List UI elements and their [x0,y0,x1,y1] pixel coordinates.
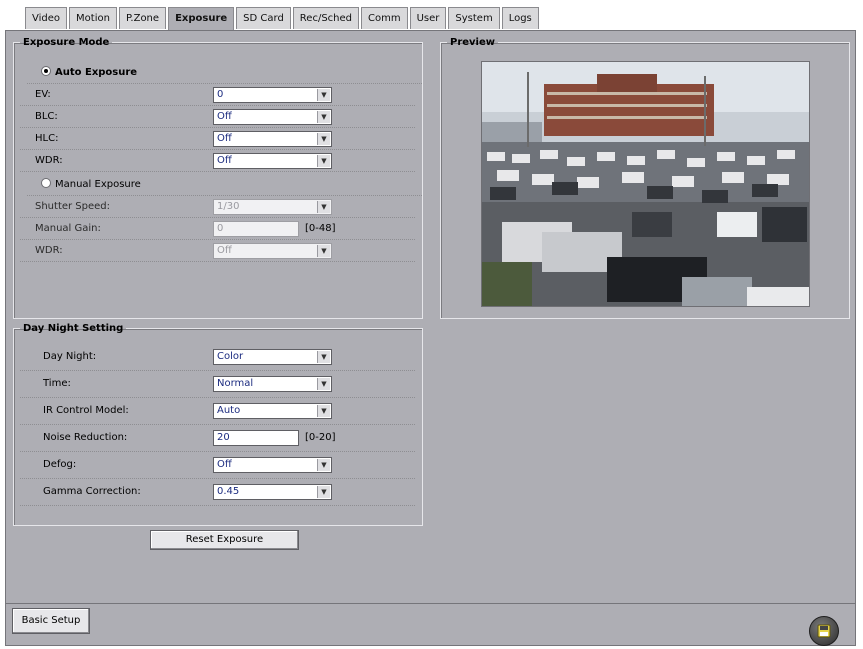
manual-exposure-row: Manual Exposure [27,174,422,196]
manual-exposure-label: Manual Exposure [55,179,141,190]
tab-exposure[interactable]: Exposure [168,7,235,31]
wdr-manual-label: WDR: [35,245,63,256]
auto-exposure-row: Auto Exposure [27,62,422,84]
shutter-speed-row: Shutter Speed: 1/30 ▼ [20,196,415,218]
ir-control-select[interactable]: Auto ▼ [213,403,332,419]
ir-control-value: Auto [217,405,241,416]
camera-preview-image [481,61,810,307]
chevron-down-icon: ▼ [317,405,330,417]
bottom-bar: Basic Setup [5,604,856,646]
noise-reduction-input[interactable]: 20 [213,430,299,446]
chevron-down-icon: ▼ [317,486,330,498]
ev-label: EV: [35,89,51,100]
gamma-row: Gamma Correction: 0.45 ▼ [20,479,415,506]
gamma-label: Gamma Correction: [43,486,141,497]
manual-exposure-radio[interactable] [41,178,51,188]
defog-value: Off [217,459,232,470]
wdr-select[interactable]: Off ▼ [213,153,332,169]
main-panel: Exposure Mode Auto Exposure EV: 0 ▼ BLC: … [5,30,856,604]
exposure-mode-legend: Exposure Mode [23,37,110,48]
chevron-down-icon: ▼ [317,89,330,101]
ev-value: 0 [217,89,224,100]
shutter-speed-select[interactable]: 1/30 ▼ [213,199,332,215]
floppy-disk-glyph [817,624,831,638]
auto-exposure-label: Auto Exposure [55,67,138,78]
wdr-manual-value: Off [217,245,232,256]
chevron-down-icon: ▼ [317,133,330,145]
day-night-value: Color [217,351,244,362]
day-night-legend: Day Night Setting [23,323,124,334]
manual-gain-input[interactable]: 0 [213,221,299,237]
gamma-select[interactable]: 0.45 ▼ [213,484,332,500]
tab-bar: Video Motion P.Zone Exposure SD Card Rec… [25,7,541,31]
shutter-speed-value: 1/30 [217,201,240,212]
wdr-label: WDR: [35,155,63,166]
time-label: Time: [43,378,71,389]
ev-row: EV: 0 ▼ [20,84,415,106]
shutter-speed-label: Shutter Speed: [35,201,111,212]
wdr-manual-row: WDR: Off ▼ [20,240,415,262]
time-value: Normal [217,378,254,389]
wdr-value: Off [217,155,232,166]
noise-reduction-range: [0-20] [305,432,336,443]
gamma-value: 0.45 [217,486,240,497]
tab-rec-sched[interactable]: Rec/Sched [292,7,359,29]
camera-settings-app: Video Motion P.Zone Exposure SD Card Rec… [0,0,863,649]
day-night-row: Day Night: Color ▼ [20,344,415,371]
hlc-label: HLC: [35,133,59,144]
hlc-value: Off [217,133,232,144]
basic-setup-button[interactable]: Basic Setup [12,608,90,634]
noise-reduction-label: Noise Reduction: [43,432,128,443]
chevron-down-icon: ▼ [317,201,330,213]
wdr-row: WDR: Off ▼ [20,150,415,172]
chevron-down-icon: ▼ [317,351,330,363]
manual-gain-range: [0-48] [305,223,336,234]
tab-video[interactable]: Video [25,7,68,29]
tab-pzone[interactable]: P.Zone [118,7,167,29]
ir-control-row: IR Control Model: Auto ▼ [20,398,415,425]
blc-select[interactable]: Off ▼ [213,109,332,125]
reset-exposure-button[interactable]: Reset Exposure [150,530,299,550]
defog-label: Defog: [43,459,77,470]
hlc-row: HLC: Off ▼ [20,128,415,150]
time-row: Time: Normal ▼ [20,371,415,398]
floppy-disk-icon[interactable] [809,616,839,646]
defog-row: Defog: Off ▼ [20,452,415,479]
chevron-down-icon: ▼ [317,245,330,257]
hlc-select[interactable]: Off ▼ [213,131,332,147]
day-night-label: Day Night: [43,351,97,362]
tab-logs[interactable]: Logs [501,7,539,29]
preview-legend: Preview [450,37,496,48]
day-night-select[interactable]: Color ▼ [213,349,332,365]
tab-comm[interactable]: Comm [361,7,408,29]
parking-lot-scene [482,62,809,306]
blc-row: BLC: Off ▼ [20,106,415,128]
tab-motion[interactable]: Motion [69,7,117,29]
chevron-down-icon: ▼ [317,459,330,471]
tab-sd-card[interactable]: SD Card [236,7,291,29]
blc-label: BLC: [35,111,58,122]
ir-control-label: IR Control Model: [43,405,129,416]
manual-gain-row: Manual Gain: 0 [0-48] [20,218,415,240]
ev-select[interactable]: 0 ▼ [213,87,332,103]
tab-user[interactable]: User [409,7,447,29]
time-select[interactable]: Normal ▼ [213,376,332,392]
chevron-down-icon: ▼ [317,155,330,167]
defog-select[interactable]: Off ▼ [213,457,332,473]
tab-system[interactable]: System [448,7,500,29]
noise-reduction-row: Noise Reduction: 20 [0-20] [20,425,415,452]
blc-value: Off [217,111,232,122]
chevron-down-icon: ▼ [317,378,330,390]
manual-gain-label: Manual Gain: [35,223,101,234]
chevron-down-icon: ▼ [317,111,330,123]
wdr-manual-select[interactable]: Off ▼ [213,243,332,259]
auto-exposure-radio[interactable] [41,66,51,76]
